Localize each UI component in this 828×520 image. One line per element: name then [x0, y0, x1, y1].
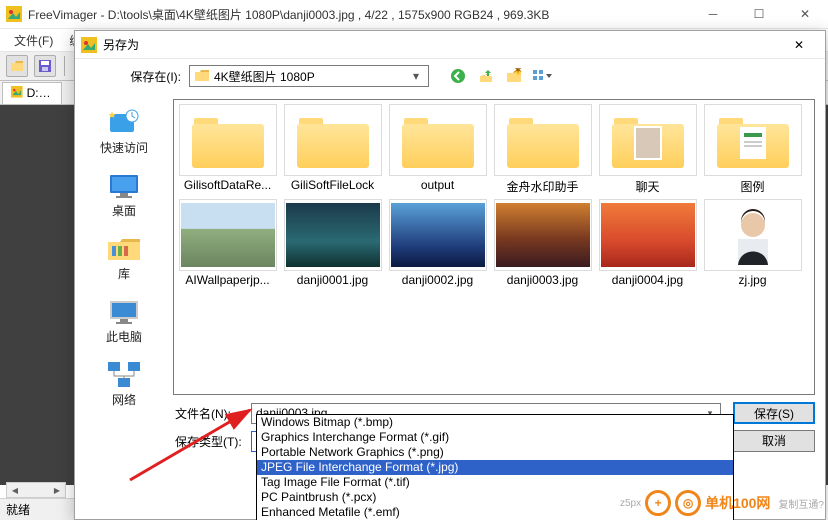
tab-label: D:\too — [27, 86, 53, 100]
places-label: 快速访问 — [100, 139, 148, 156]
libraries-icon — [105, 233, 143, 265]
file-caption: output — [389, 178, 487, 192]
thumbnail — [599, 104, 697, 176]
places-network[interactable]: 网络 — [75, 359, 173, 408]
watermark: z5px + ◎ 单机100网 复制互通? — [620, 490, 824, 516]
look-in-value: 4K壁纸图片 1080P — [214, 68, 408, 85]
network-icon — [105, 359, 143, 391]
file-item[interactable]: GiliSoftFileLock — [281, 104, 384, 195]
tab-icon — [11, 86, 23, 100]
folder-icon — [194, 68, 210, 84]
svg-text:✶: ✶ — [513, 68, 522, 77]
file-caption: AIWallpaperjp... — [179, 273, 277, 287]
file-caption: danji0002.jpg — [389, 273, 487, 287]
scroll-left-icon[interactable]: ◀ — [7, 483, 23, 497]
file-caption: GilisoftDataRe... — [179, 178, 277, 192]
filetype-option[interactable]: Portable Network Graphics (*.png) — [257, 445, 733, 460]
minimize-button[interactable]: ─ — [690, 0, 736, 29]
file-item[interactable]: output — [386, 104, 489, 195]
places-pc[interactable]: 此电脑 — [75, 296, 173, 345]
file-caption: 金舟水印助手 — [494, 178, 592, 195]
filename-label: 文件名(N): — [173, 405, 251, 422]
file-item[interactable]: 聊天 — [596, 104, 699, 195]
up-icon[interactable] — [475, 65, 497, 87]
main-title-text: FreeVimager - D:\tools\桌面\4K壁纸图片 1080P\d… — [28, 6, 690, 23]
file-item[interactable]: 金舟水印助手 — [491, 104, 594, 195]
file-caption: GiliSoftFileLock — [284, 178, 382, 192]
file-item[interactable]: danji0003.jpg — [491, 199, 594, 287]
thumbnail — [599, 199, 697, 271]
menu-file[interactable]: 文件(F) — [6, 30, 61, 51]
watermark-plus-icon: + — [645, 490, 671, 516]
toolbar-save-icon[interactable] — [34, 55, 56, 77]
thumbnail — [284, 104, 382, 176]
thumbnail — [494, 199, 592, 271]
thumbnail — [389, 199, 487, 271]
places-label: 桌面 — [112, 202, 136, 219]
app-icon — [6, 6, 22, 22]
look-in-label: 保存在(I): — [101, 68, 181, 85]
back-icon[interactable] — [447, 65, 469, 87]
places-label: 此电脑 — [106, 328, 142, 345]
scroll-right-icon[interactable]: ▶ — [49, 483, 65, 497]
document-tab[interactable]: D:\too — [2, 82, 62, 104]
pc-icon — [105, 296, 143, 328]
thumbnail — [494, 104, 592, 176]
file-item[interactable]: danji0002.jpg — [386, 199, 489, 287]
file-item[interactable]: danji0001.jpg — [281, 199, 384, 287]
file-caption: 聊天 — [599, 178, 697, 195]
file-item[interactable]: 图例 — [701, 104, 804, 195]
close-button[interactable]: ✕ — [782, 0, 828, 29]
places-clock-star[interactable]: 快速访问 — [75, 107, 173, 156]
save-button[interactable]: 保存(S) — [733, 402, 815, 424]
dialog-title: 另存为 — [103, 36, 779, 53]
filetype-option[interactable]: Graphics Interchange Format (*.gif) — [257, 430, 733, 445]
toolbar-open-icon[interactable] — [6, 55, 28, 77]
file-item[interactable]: AIWallpaperjp... — [176, 199, 279, 287]
thumbnail — [389, 104, 487, 176]
dialog-titlebar: 另存为 ✕ — [75, 31, 825, 59]
file-item[interactable]: danji0004.jpg — [596, 199, 699, 287]
places-bar: 快速访问桌面库此电脑网络 — [75, 93, 173, 455]
view-menu-icon[interactable] — [531, 65, 553, 87]
main-titlebar: FreeVimager - D:\tools\桌面\4K壁纸图片 1080P\d… — [0, 0, 828, 29]
file-caption: danji0001.jpg — [284, 273, 382, 287]
file-caption: zj.jpg — [704, 273, 802, 287]
dialog-icon — [81, 37, 97, 53]
filetype-option[interactable]: Windows Bitmap (*.bmp) — [257, 415, 733, 430]
places-libraries[interactable]: 库 — [75, 233, 173, 282]
maximize-button[interactable]: ☐ — [736, 0, 782, 29]
desktop-icon — [105, 170, 143, 202]
look-in-toolbar: ✶ — [447, 65, 553, 87]
thumbnail — [704, 104, 802, 176]
new-folder-icon[interactable]: ✶ — [503, 65, 525, 87]
filetype-option[interactable]: JPEG File Interchange Format (*.jpg) — [257, 460, 733, 475]
file-caption: danji0003.jpg — [494, 273, 592, 287]
thumbnail — [704, 199, 802, 271]
thumbnail — [179, 199, 277, 271]
places-desktop[interactable]: 桌面 — [75, 170, 173, 219]
filetype-label: 保存类型(T): — [173, 433, 251, 450]
file-browser[interactable]: GilisoftDataRe... GiliSoftFileLock output 金… — [173, 99, 815, 395]
file-item[interactable]: GilisoftDataRe... — [176, 104, 279, 195]
places-label: 库 — [118, 265, 130, 282]
horizontal-scrollbar[interactable]: ◀ ▶ — [6, 482, 66, 498]
thumbnail — [179, 104, 277, 176]
toolbar-separator — [64, 56, 65, 76]
places-label: 网络 — [112, 391, 136, 408]
chevron-down-icon: ▾ — [408, 69, 424, 83]
watermark-target-icon: ◎ — [675, 490, 701, 516]
status-text: 就绪 — [6, 501, 30, 518]
thumbnail — [284, 199, 382, 271]
look-in-row: 保存在(I): 4K壁纸图片 1080P ▾ ✶ — [75, 59, 825, 93]
cancel-button[interactable]: 取消 — [733, 430, 815, 452]
clock-star-icon — [105, 107, 143, 139]
file-item[interactable]: zj.jpg — [701, 199, 804, 287]
dialog-close-button[interactable]: ✕ — [779, 31, 819, 59]
filetype-option[interactable]: Tag Image File Format (*.tif) — [257, 475, 733, 490]
file-caption: 图例 — [704, 178, 802, 195]
look-in-dropdown[interactable]: 4K壁纸图片 1080P ▾ — [189, 65, 429, 87]
file-caption: danji0004.jpg — [599, 273, 697, 287]
